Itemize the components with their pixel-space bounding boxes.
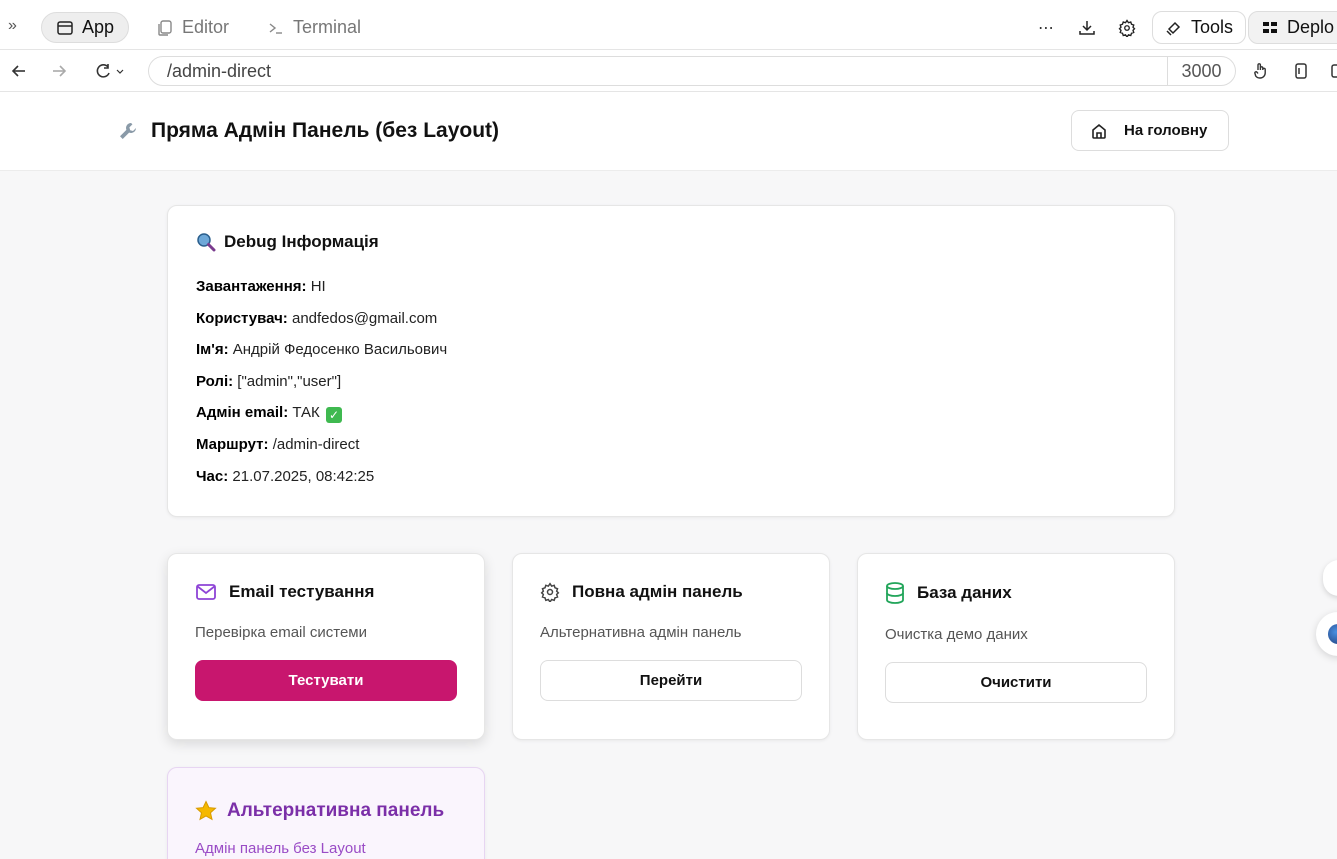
panel-icon[interactable]	[1328, 60, 1337, 82]
debug-value: andfedos@gmail.com	[291, 309, 438, 327]
deploy-label: Deplo	[1287, 17, 1335, 37]
floating-edge-button[interactable]	[1323, 560, 1337, 596]
debug-value: НІ	[310, 278, 326, 295]
tab-editor[interactable]: Editor	[142, 12, 243, 43]
debug-label: Ім'я:	[196, 341, 229, 358]
check-icon: ✓	[325, 407, 342, 423]
debug-value: ["admin","user"]	[237, 372, 342, 390]
tools-icon	[1166, 21, 1181, 36]
url-text: /admin-direct	[167, 61, 272, 81]
browser-tab-bar: » App Editor Terminal ⋯ Tools Deplo	[0, 0, 1337, 50]
card-title: Повна адмін панель	[540, 582, 802, 602]
debug-row-time: Час: 21.07.2025, 08:42:25	[196, 468, 1146, 487]
magnifier-icon	[197, 233, 216, 252]
home-icon	[1092, 123, 1106, 139]
card-title-text: Email тестування	[229, 582, 375, 601]
card-description: Альтернативна адмін панель	[540, 624, 742, 641]
wrench-icon	[120, 123, 136, 139]
debug-row-name: Ім'я: Андрій Федосенко Васильович	[196, 341, 1146, 360]
database-icon	[886, 582, 904, 604]
debug-info-card: Debug Інформація Завантаження: НІ Корист…	[167, 205, 1175, 517]
address-bar: /admin-direct 3000	[0, 50, 1337, 92]
clear-data-button[interactable]: Очистити	[885, 662, 1147, 703]
tab-label: Editor	[182, 17, 230, 37]
debug-value: Андрій Федосенко Васильович	[232, 341, 448, 358]
debug-title-text: Debug Інформація	[224, 232, 379, 251]
forward-icon[interactable]	[48, 60, 70, 82]
download-icon[interactable]	[1077, 18, 1097, 38]
tools-label: Tools	[1191, 17, 1234, 37]
tab-label: App	[82, 17, 115, 37]
debug-row-loading: Завантаження: НІ	[196, 278, 1146, 297]
card-title: База даних	[885, 582, 1147, 604]
page-title: Пряма Адмін Панель (без Layout)	[117, 119, 499, 143]
debug-title: Debug Інформація	[196, 232, 1146, 252]
copy-icon	[158, 19, 172, 36]
alt-card-description: Адмін панель без Layout	[195, 840, 366, 857]
back-icon[interactable]	[8, 60, 30, 82]
card-title-text: База даних	[917, 583, 1012, 602]
test-email-button[interactable]: Тестувати	[195, 660, 457, 701]
debug-value: ТАК	[292, 404, 320, 421]
gear-icon[interactable]	[1117, 18, 1137, 38]
debug-label: Користувач:	[196, 309, 288, 327]
debug-label: Маршрут:	[196, 436, 269, 453]
debug-row-route: Маршрут: /admin-direct	[196, 436, 1146, 455]
tools-button[interactable]: Tools	[1152, 11, 1247, 44]
port-field[interactable]: 3000	[1167, 57, 1235, 85]
more-icon[interactable]: ⋯	[1036, 18, 1056, 38]
floating-globe-button[interactable]	[1316, 612, 1337, 656]
deploy-button[interactable]: Deplo	[1248, 11, 1337, 44]
pointer-icon[interactable]	[1250, 60, 1272, 82]
debug-label: Завантаження:	[196, 278, 307, 295]
email-test-card: Email тестування Перевірка email системи…	[167, 553, 485, 740]
database-card: База даних Очистка демо даних Очистити	[857, 553, 1175, 740]
settings-icon	[540, 582, 560, 602]
home-button[interactable]: На головну	[1071, 110, 1229, 151]
go-admin-button[interactable]: Перейти	[540, 660, 802, 701]
deploy-icon	[1263, 21, 1277, 33]
debug-value: /admin-direct	[272, 436, 360, 453]
tab-terminal[interactable]: Terminal	[253, 12, 375, 43]
globe-icon	[1328, 624, 1337, 644]
debug-row-user: Користувач: andfedos@gmail.com	[196, 310, 1146, 329]
card-description: Очистка демо даних	[885, 626, 1028, 643]
page-header: Пряма Адмін Панель (без Layout) На голов…	[0, 92, 1337, 171]
star-icon	[195, 800, 217, 821]
window-icon	[57, 20, 73, 35]
debug-label: Ролі:	[196, 372, 234, 390]
url-input[interactable]: /admin-direct 3000	[148, 56, 1236, 86]
page-title-text: Пряма Адмін Панель (без Layout)	[151, 119, 500, 142]
debug-value: 21.07.2025, 08:42:25	[232, 467, 375, 485]
tab-app[interactable]: App	[41, 12, 130, 43]
debug-label: Адмін email:	[196, 404, 289, 421]
tab-label: Terminal	[293, 17, 362, 37]
home-button-label: На головну	[1124, 122, 1208, 139]
mail-icon	[196, 584, 216, 600]
debug-row-admin-email: Адмін email: ТАК ✓	[196, 404, 1146, 423]
full-admin-card: Повна адмін панель Альтернативна адмін п…	[512, 553, 830, 740]
alternative-panel-card[interactable]: Альтернативна панель Адмін панель без La…	[167, 767, 485, 859]
debug-row-roles: Ролі: ["admin","user"]	[196, 373, 1146, 392]
alt-card-title-text: Альтернативна панель	[227, 800, 445, 821]
alt-card-title: Альтернативна панель	[195, 800, 457, 822]
reload-icon[interactable]	[92, 60, 128, 82]
terminal-icon	[269, 22, 282, 34]
card-title: Email тестування	[195, 582, 457, 602]
device-icon[interactable]	[1290, 60, 1312, 82]
card-description: Перевірка email системи	[195, 624, 367, 641]
card-title-text: Повна адмін панель	[572, 582, 743, 601]
expand-sidebar-icon[interactable]: »	[8, 17, 17, 35]
debug-label: Час:	[196, 467, 229, 485]
